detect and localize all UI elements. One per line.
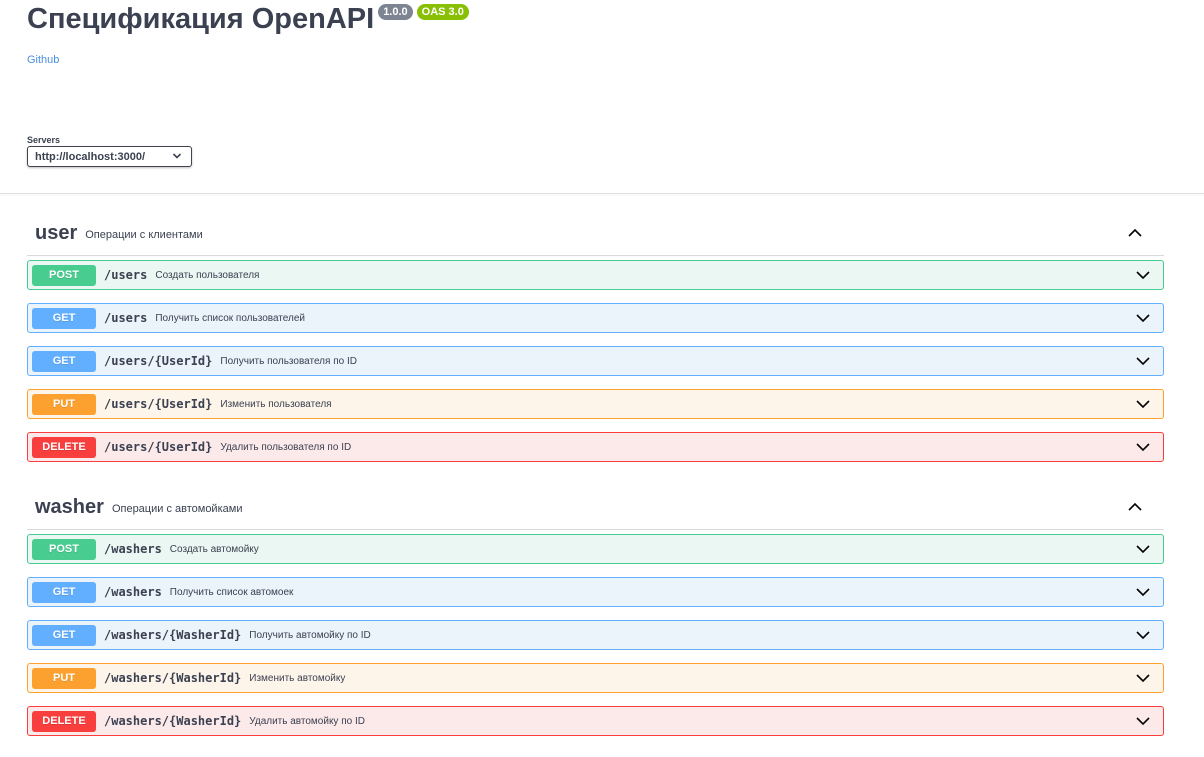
chevron-down-icon[interactable] xyxy=(1136,543,1150,555)
operation-summary: Удалить пользователя по ID xyxy=(220,441,352,453)
method-badge: POST xyxy=(32,538,96,560)
tag-description: Операции с автомойками xyxy=(111,502,243,515)
method-badge: DELETE xyxy=(32,436,96,458)
method-badge: GET xyxy=(32,624,96,646)
github-link[interactable]: Github xyxy=(27,54,59,66)
api-info: Спецификация OpenAPI 1.0.0 OAS 3.0 xyxy=(27,0,469,40)
page-title: Спецификация OpenAPI xyxy=(27,3,375,35)
operation-summary: Получить автомойку по ID xyxy=(249,629,371,641)
method-badge: PUT xyxy=(32,393,96,415)
operation-path: /users/{UserId} xyxy=(104,354,213,368)
chevron-down-icon[interactable] xyxy=(1136,312,1150,324)
tag-header-user[interactable]: user Операции с клиентами xyxy=(27,211,1164,256)
method-badge: PUT xyxy=(32,667,96,689)
tag-section-washer: washer Операции с автомойками POST/washe… xyxy=(27,485,1164,736)
operation-summary: Получить пользователя по ID xyxy=(220,355,357,367)
operation-row[interactable]: PUT/washers/{WasherId} Изменить автомойку xyxy=(27,663,1164,693)
tag-section-user: user Операции с клиентами POST/users Созд… xyxy=(27,211,1164,462)
operation-path: /users/{UserId} xyxy=(104,397,213,411)
servers-selected-value: http://localhost:3000/ xyxy=(35,150,146,163)
operation-row[interactable]: PUT/users/{UserId} Изменить пользователя xyxy=(27,389,1164,419)
operation-summary: Получить список автомоек xyxy=(169,586,294,598)
operation-path: /washers xyxy=(104,542,162,556)
operations-list: POST/washers Создать автомойку GET/washers… xyxy=(27,530,1164,736)
servers-label: Servers xyxy=(27,135,61,145)
operations-list: POST/users Создать пользователя GET/users П… xyxy=(27,256,1164,462)
oas-badge: OAS 3.0 xyxy=(416,4,469,20)
chevron-down-icon xyxy=(172,153,182,159)
operation-path: /users/{UserId} xyxy=(104,440,213,454)
version-badge: 1.0.0 xyxy=(378,4,413,20)
chevron-down-icon[interactable] xyxy=(1136,269,1150,281)
operation-path: /washers/{WasherId} xyxy=(104,714,242,728)
method-badge: DELETE xyxy=(32,710,96,732)
chevron-down-icon[interactable] xyxy=(1136,629,1150,641)
operation-summary: Получить список пользователей xyxy=(155,312,305,324)
servers-select[interactable]: http://localhost:3000/ xyxy=(27,146,192,167)
operation-row[interactable]: GET/washers/{WasherId} Получить автомойку… xyxy=(27,620,1164,650)
chevron-down-icon[interactable] xyxy=(1136,398,1150,410)
operation-row[interactable]: GET/users/{UserId} Получить пользователя … xyxy=(27,346,1164,376)
operation-row[interactable]: POST/users Создать пользователя xyxy=(27,260,1164,290)
operation-summary: Создать автомойку xyxy=(169,543,259,555)
method-badge: GET xyxy=(32,581,96,603)
operation-row[interactable]: GET/users Получить список пользователей xyxy=(27,303,1164,333)
operation-summary: Изменить автомойку xyxy=(249,672,346,684)
chevron-down-icon[interactable] xyxy=(1136,672,1150,684)
chevron-down-icon[interactable] xyxy=(1136,586,1150,598)
chevron-down-icon[interactable] xyxy=(1136,355,1150,367)
chevron-down-icon[interactable] xyxy=(1136,715,1150,727)
chevron-up-icon[interactable] xyxy=(1128,501,1142,513)
chevron-down-icon[interactable] xyxy=(1136,441,1150,453)
operation-path: /users xyxy=(104,268,148,282)
operation-summary: Создать пользователя xyxy=(155,269,260,281)
operation-row[interactable]: POST/washers Создать автомойку xyxy=(27,534,1164,564)
chevron-up-icon[interactable] xyxy=(1128,227,1142,239)
operation-row[interactable]: DELETE/washers/{WasherId} Удалить автомой… xyxy=(27,706,1164,736)
operation-summary: Изменить пользователя xyxy=(220,398,332,410)
tag-name: washer xyxy=(35,496,104,518)
title-row: Спецификация OpenAPI 1.0.0 OAS 3.0 xyxy=(27,0,469,40)
section-divider xyxy=(0,193,1204,194)
operation-summary: Удалить автомойку по ID xyxy=(249,715,365,727)
method-badge: POST xyxy=(32,264,96,286)
operation-path: /washers xyxy=(104,585,162,599)
operation-path: /washers/{WasherId} xyxy=(104,628,242,642)
operation-path: /washers/{WasherId} xyxy=(104,671,242,685)
tag-header-washer[interactable]: washer Операции с автомойками xyxy=(27,485,1164,530)
operation-path: /users xyxy=(104,311,148,325)
operation-row[interactable]: DELETE/users/{UserId} Удалить пользовател… xyxy=(27,432,1164,462)
tag-description: Операции с клиентами xyxy=(85,228,203,241)
operation-row[interactable]: GET/washers Получить список автомоек xyxy=(27,577,1164,607)
method-badge: GET xyxy=(32,307,96,329)
tag-name: user xyxy=(35,222,78,244)
method-badge: GET xyxy=(32,350,96,372)
